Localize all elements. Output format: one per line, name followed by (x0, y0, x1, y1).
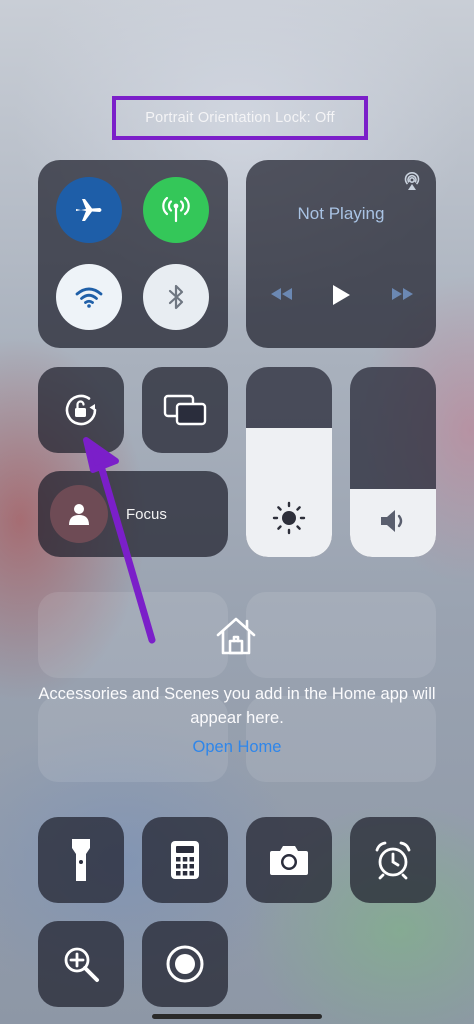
home-empty-message: Accessories and Scenes you add in the Ho… (38, 685, 436, 727)
cellular-data-button[interactable] (143, 177, 209, 243)
calculator-button[interactable] (142, 817, 228, 903)
orientation-lock-status-text: Portrait Orientation Lock: Off (145, 110, 335, 126)
orientation-lock-button[interactable] (38, 367, 124, 453)
alarm-button[interactable] (350, 817, 436, 903)
rotation-lock-icon (65, 394, 97, 426)
alarm-clock-icon (375, 841, 411, 880)
placeholder-tile (38, 592, 228, 678)
airplane-icon (76, 199, 102, 221)
screen-mirroring-icon (163, 394, 207, 426)
brightness-slider[interactable] (246, 367, 332, 557)
home-accessories-area: Accessories and Scenes you add in the Ho… (38, 592, 436, 782)
flashlight-icon (72, 839, 90, 881)
calculator-icon (171, 841, 199, 879)
magnifier-icon (64, 947, 99, 982)
connectivity-panel (38, 160, 228, 348)
orientation-lock-status-banner: Portrait Orientation Lock: Off (112, 96, 368, 140)
volume-slider[interactable] (350, 367, 436, 557)
home-icon (216, 617, 256, 655)
media-status-text: Not Playing (297, 204, 385, 223)
airplane-mode-button[interactable] (56, 177, 122, 243)
rewind-icon[interactable] (268, 286, 294, 302)
focus-button[interactable]: Focus (38, 471, 228, 557)
camera-button[interactable] (246, 817, 332, 903)
cellular-antenna-icon (162, 196, 190, 223)
placeholder-tile (246, 592, 436, 678)
sun-icon (272, 501, 306, 535)
now-playing-panel[interactable]: Not Playing (246, 160, 436, 348)
airplay-icon[interactable] (402, 172, 422, 192)
magnifier-button[interactable] (38, 921, 124, 1007)
screen-mirroring-button[interactable] (142, 367, 228, 453)
screen-recording-button[interactable] (142, 921, 228, 1007)
flashlight-button[interactable] (38, 817, 124, 903)
wifi-icon (75, 287, 103, 308)
speaker-icon (381, 510, 403, 532)
focus-avatar (50, 485, 108, 543)
screen-record-icon (166, 945, 204, 983)
person-icon (69, 504, 89, 525)
brightness-level-fill (246, 427, 332, 557)
open-home-link[interactable]: Open Home (38, 738, 436, 757)
focus-label: Focus (126, 506, 167, 523)
wifi-button[interactable] (56, 264, 122, 330)
fast-forward-icon[interactable] (390, 286, 416, 302)
bluetooth-button[interactable] (143, 264, 209, 330)
home-indicator[interactable] (152, 1014, 322, 1019)
bluetooth-icon (168, 284, 184, 310)
camera-icon (270, 846, 308, 875)
play-icon[interactable] (330, 284, 352, 306)
